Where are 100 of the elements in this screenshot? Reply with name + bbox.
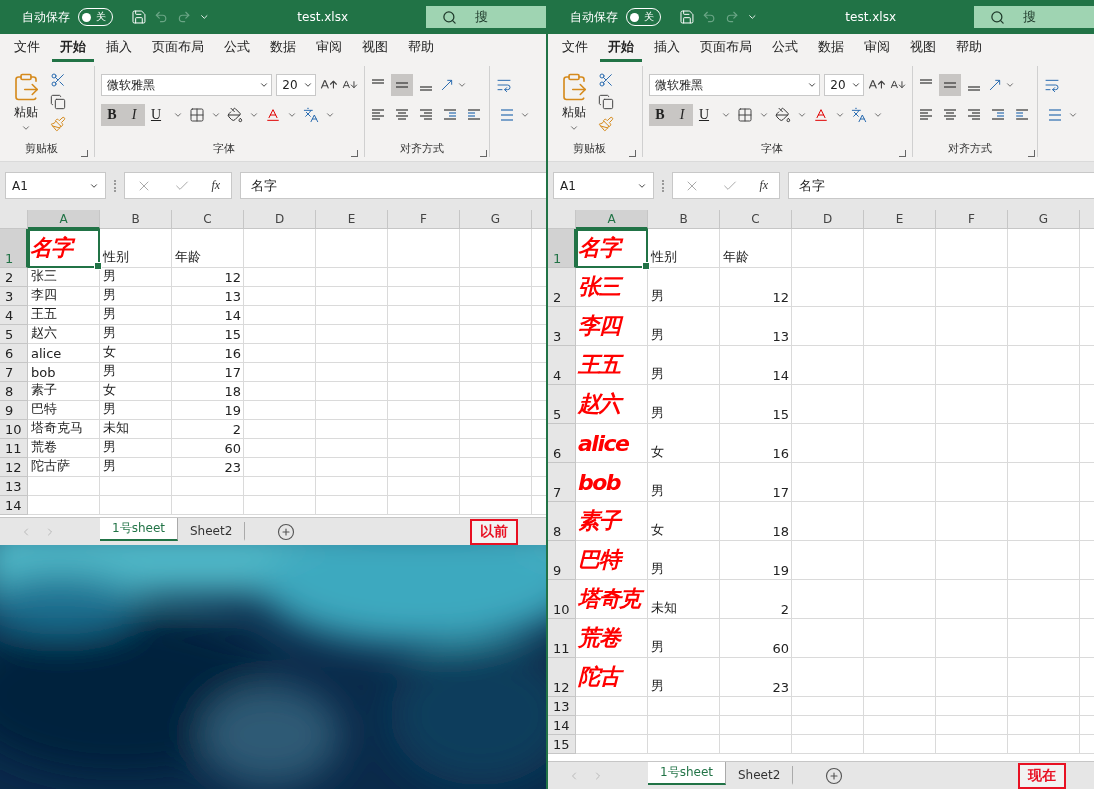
row-header[interactable]: 14 <box>0 496 28 515</box>
ribbon-tab[interactable]: 视图 <box>354 34 396 62</box>
row-header[interactable]: 6 <box>0 344 28 363</box>
column-header[interactable]: D <box>244 210 316 229</box>
row-header[interactable]: 11 <box>548 619 576 658</box>
row-header[interactable]: 6 <box>548 424 576 463</box>
row-header[interactable]: 14 <box>548 716 576 735</box>
table-cell: alice <box>28 344 100 363</box>
font-style-button[interactable]: B <box>101 104 123 126</box>
column-header[interactable]: F <box>388 210 460 229</box>
paste-button[interactable]: 粘贴 <box>6 72 46 141</box>
table-cell: 王五 <box>576 346 648 385</box>
column-header[interactable]: A <box>28 210 100 229</box>
table-cell: 男 <box>100 401 172 420</box>
row-header[interactable]: 2 <box>0 268 28 287</box>
row-header[interactable]: 1 <box>0 229 28 268</box>
ribbon-tab[interactable]: 页面布局 <box>144 34 212 62</box>
file-name[interactable]: test.xlsx <box>845 10 896 24</box>
table-cell: 巴特 <box>28 401 100 420</box>
column-header[interactable]: A <box>576 210 648 229</box>
font-name-field[interactable]: 微软雅黑 <box>101 74 273 96</box>
row-header[interactable]: 12 <box>548 658 576 697</box>
ribbon-tab[interactable]: 页面布局 <box>692 34 760 62</box>
font-style-button[interactable]: U <box>693 104 715 126</box>
row-header[interactable]: 9 <box>548 541 576 580</box>
ribbon-tab[interactable]: 公式 <box>216 34 258 62</box>
row-header[interactable]: 5 <box>548 385 576 424</box>
row-header[interactable]: 8 <box>548 502 576 541</box>
font-style-button[interactable]: U <box>145 104 167 126</box>
column-header[interactable]: B <box>100 210 172 229</box>
sheet-tab[interactable]: 1号sheet <box>648 762 726 785</box>
ribbon-tab[interactable]: 插入 <box>98 34 140 62</box>
row-header[interactable]: 3 <box>548 307 576 346</box>
column-header[interactable]: G <box>460 210 532 229</box>
row-header[interactable]: 12 <box>0 458 28 477</box>
formula-field[interactable]: 名字 <box>240 172 546 199</box>
table-cell: 陀古 <box>576 658 648 697</box>
column-header[interactable]: G <box>1008 210 1080 229</box>
font-style-button[interactable]: I <box>671 104 693 126</box>
ribbon-tab[interactable]: 公式 <box>764 34 806 62</box>
table-cell: 王五 <box>28 306 100 325</box>
row-header[interactable]: 10 <box>548 580 576 619</box>
column-header[interactable]: C <box>720 210 792 229</box>
formula-field[interactable]: 名字 <box>788 172 1094 199</box>
font-name-value: 微软雅黑 <box>655 76 703 94</box>
row-header[interactable]: 2 <box>548 268 576 307</box>
search-field[interactable]: 搜 <box>974 6 1094 28</box>
row-header[interactable]: 10 <box>0 420 28 439</box>
table-cell: 男 <box>648 268 720 307</box>
ribbon-tab[interactable]: 帮助 <box>400 34 442 62</box>
row-header[interactable]: 15 <box>548 735 576 754</box>
column-header[interactable]: F <box>936 210 1008 229</box>
column-header[interactable]: B <box>648 210 720 229</box>
sheet-tab[interactable]: Sheet2 <box>177 522 246 541</box>
font-size-field[interactable]: 20 <box>824 74 865 96</box>
row-header[interactable]: 3 <box>0 287 28 306</box>
ribbon-tab[interactable]: 视图 <box>902 34 944 62</box>
row-header[interactable]: 4 <box>548 346 576 385</box>
file-name[interactable]: test.xlsx <box>297 10 348 24</box>
row-header[interactable]: 8 <box>0 382 28 401</box>
ribbon-tab[interactable]: 审阅 <box>308 34 350 62</box>
row-header[interactable]: 4 <box>0 306 28 325</box>
column-header[interactable]: D <box>792 210 864 229</box>
ribbon-tab[interactable]: 帮助 <box>948 34 990 62</box>
table-cell: 赵六 <box>576 385 648 424</box>
ribbon-tab[interactable]: 文件 <box>6 34 48 62</box>
ribbon-tab[interactable]: 数据 <box>262 34 304 62</box>
name-box[interactable]: A1 <box>553 172 654 199</box>
row-header[interactable]: 5 <box>0 325 28 344</box>
insert-function-button[interactable]: fx <box>759 178 769 193</box>
column-header[interactable]: E <box>864 210 936 229</box>
name-box[interactable]: A1 <box>5 172 106 199</box>
ribbon-tab[interactable]: 审阅 <box>856 34 898 62</box>
row-header[interactable]: 11 <box>0 439 28 458</box>
table-cell: 15 <box>172 325 244 344</box>
table-cell: 14 <box>720 346 792 385</box>
font-style-button[interactable]: I <box>123 104 145 126</box>
font-size-field[interactable]: 20 <box>276 74 317 96</box>
sheet-tab[interactable]: 1号sheet <box>100 518 178 541</box>
insert-function-button[interactable]: fx <box>211 178 221 193</box>
group-label: 剪贴板 <box>572 141 607 157</box>
ribbon-tab[interactable]: 数据 <box>810 34 852 62</box>
search-field[interactable]: 搜 <box>426 6 546 28</box>
row-header[interactable]: 13 <box>0 477 28 496</box>
table-cell: 15 <box>720 385 792 424</box>
row-header[interactable]: 13 <box>548 697 576 716</box>
row-header[interactable]: 9 <box>0 401 28 420</box>
row-header[interactable]: 7 <box>0 363 28 382</box>
font-style-button[interactable]: B <box>649 104 671 126</box>
row-header[interactable]: 1 <box>548 229 576 268</box>
paste-button[interactable]: 粘贴 <box>554 72 594 141</box>
row-header[interactable]: 7 <box>548 463 576 502</box>
column-header[interactable]: E <box>316 210 388 229</box>
table-cell: 男 <box>100 306 172 325</box>
ribbon-tab[interactable]: 文件 <box>554 34 596 62</box>
font-name-field[interactable]: 微软雅黑 <box>649 74 821 96</box>
column-header[interactable]: C <box>172 210 244 229</box>
sheet-tab[interactable]: Sheet2 <box>725 766 794 785</box>
ribbon-tab[interactable]: 插入 <box>646 34 688 62</box>
table-cell: 16 <box>172 344 244 363</box>
